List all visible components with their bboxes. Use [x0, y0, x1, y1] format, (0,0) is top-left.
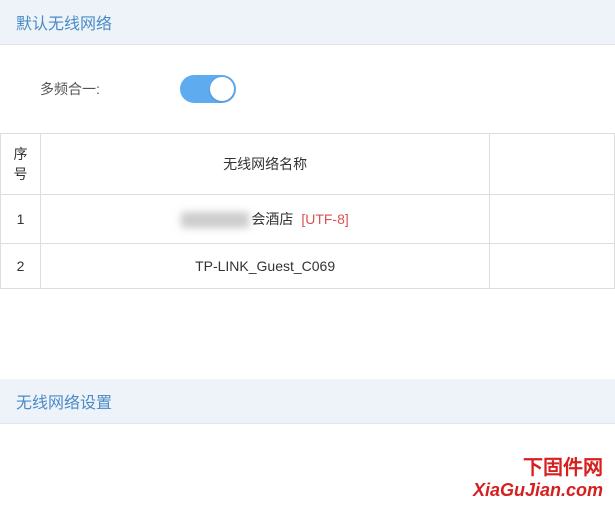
watermark: 下固件网 XiaGuJian.com — [473, 451, 603, 501]
table-row[interactable]: 2 TP-LINK_Guest_C069 — [1, 244, 615, 289]
cell-action — [490, 195, 615, 244]
multiband-toggle[interactable] — [180, 75, 236, 103]
wireless-settings-header: 无线网络设置 — [0, 379, 615, 424]
cell-index: 1 — [1, 195, 41, 244]
toggle-knob — [210, 77, 234, 101]
cell-index: 2 — [1, 244, 41, 289]
multiband-label: 多频合一: — [40, 79, 180, 99]
th-action — [490, 134, 615, 195]
redacted-text: xxxx — [181, 212, 249, 228]
table-row[interactable]: 1 xxxx会酒店 [UTF-8] — [1, 195, 615, 244]
cell-name: TP-LINK_Guest_C069 — [40, 244, 489, 289]
encoding-tag: [UTF-8] — [301, 211, 348, 227]
watermark-line2: XiaGuJian.com — [473, 480, 603, 501]
th-index: 序号 — [1, 134, 41, 195]
wireless-table: 序号 无线网络名称 1 xxxx会酒店 [UTF-8] 2 TP-LINK_Gu… — [0, 133, 615, 289]
default-wireless-header: 默认无线网络 — [0, 0, 615, 45]
cell-name: xxxx会酒店 [UTF-8] — [40, 195, 489, 244]
multiband-row: 多频合一: — [0, 45, 615, 133]
name-suffix: 会酒店 — [251, 211, 293, 227]
th-name: 无线网络名称 — [40, 134, 489, 195]
watermark-line1: 下固件网 — [473, 451, 603, 480]
cell-action — [490, 244, 615, 289]
